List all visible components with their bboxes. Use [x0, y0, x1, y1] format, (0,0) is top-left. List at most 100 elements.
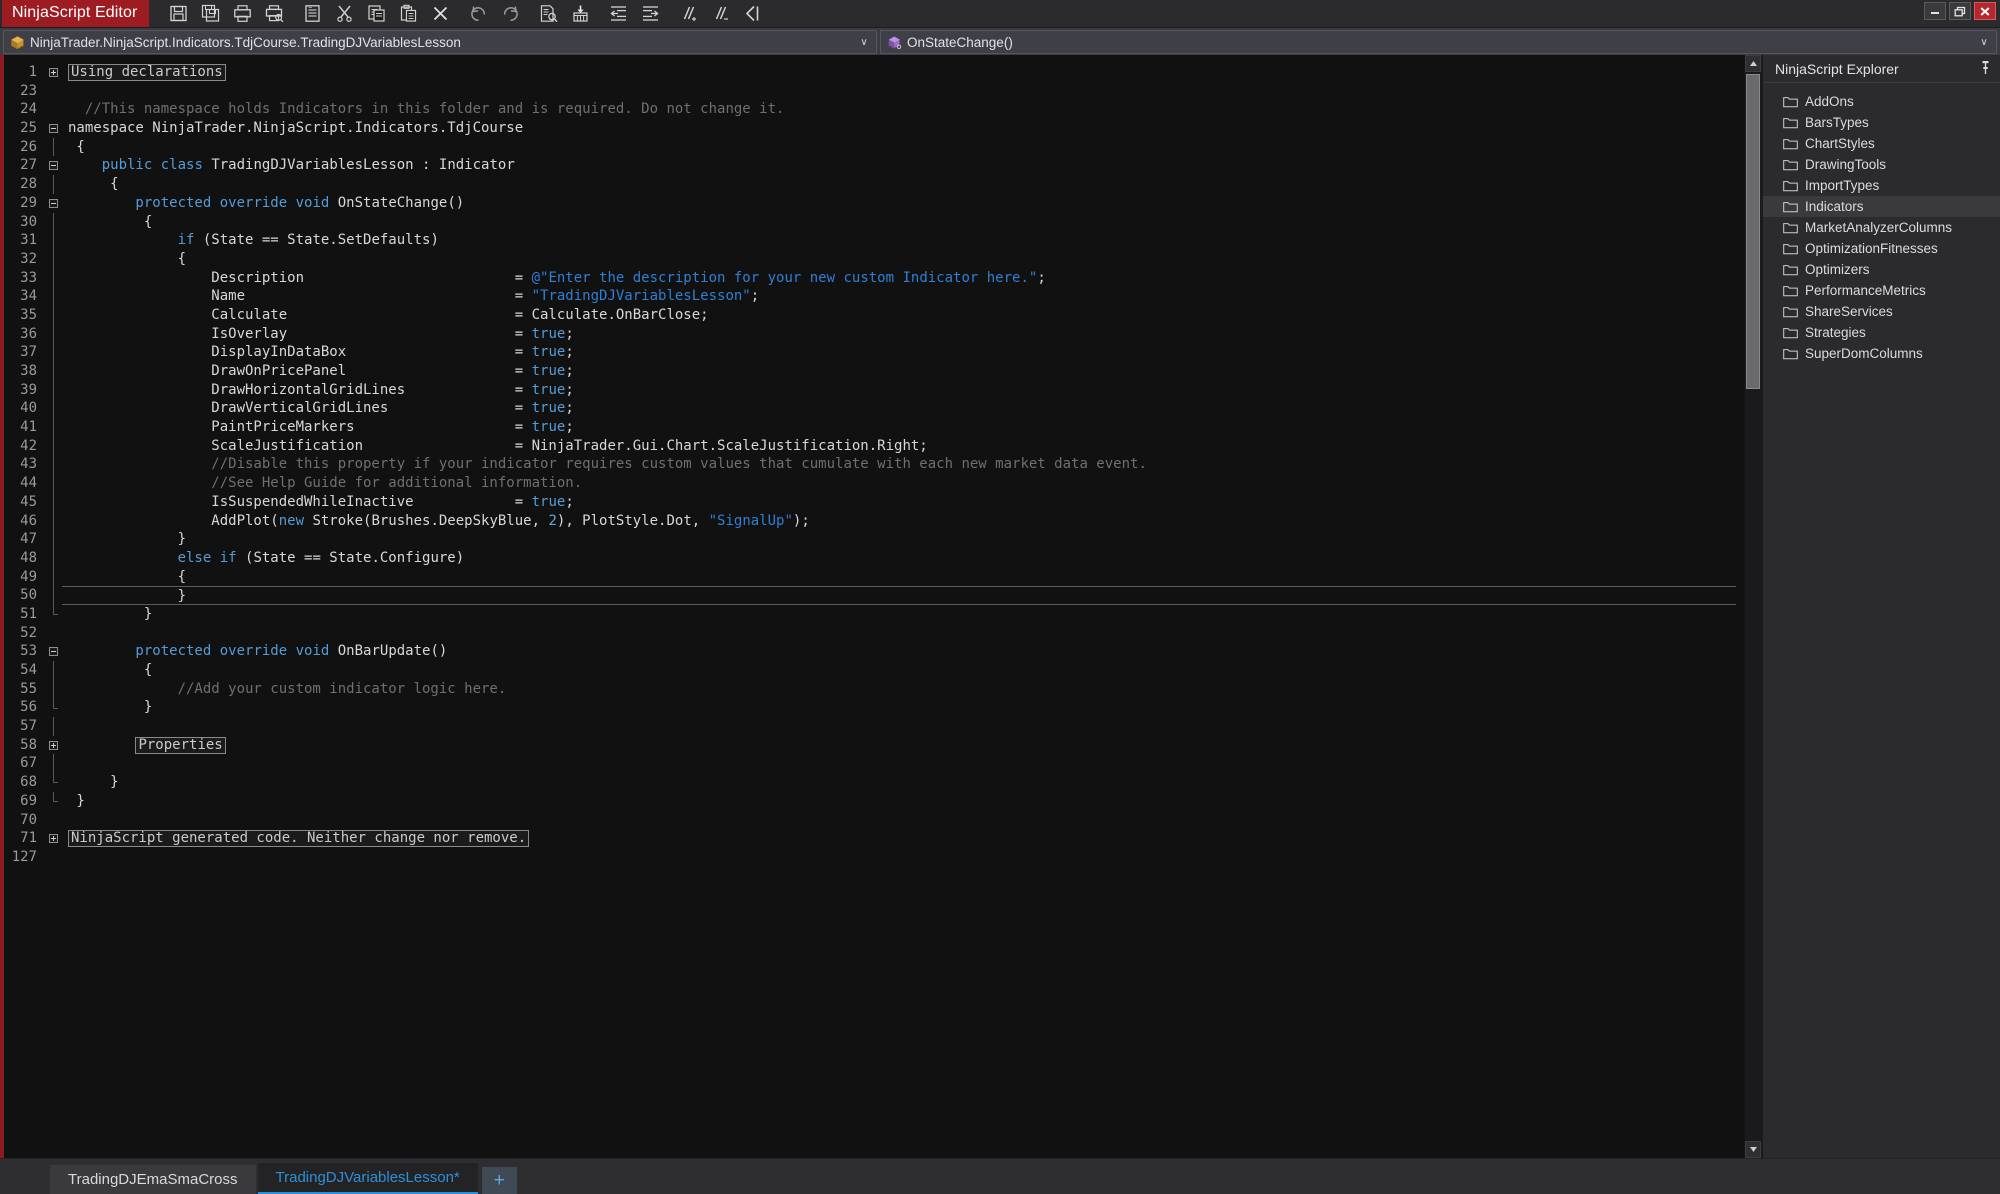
code-line[interactable]: Properties — [62, 736, 1744, 755]
code-line[interactable]: } — [62, 586, 1736, 605]
scroll-down-button[interactable] — [1745, 1141, 1761, 1158]
expand-icon[interactable] — [48, 67, 58, 77]
minimize-button[interactable] — [1924, 2, 1946, 20]
explorer-item-superdomcolumns[interactable]: SuperDomColumns — [1763, 343, 2000, 364]
fold-marker[interactable] — [44, 194, 62, 213]
editor-vertical-scrollbar[interactable] — [1744, 55, 1761, 1158]
code-line[interactable]: } — [62, 773, 1744, 792]
document-tab[interactable]: TradingDJVariablesLesson* — [257, 1163, 478, 1194]
code-line[interactable]: protected override void OnBarUpdate() — [62, 642, 1744, 661]
scroll-thumb[interactable] — [1746, 74, 1760, 389]
code-line[interactable]: if (State == State.SetDefaults) — [62, 231, 1744, 250]
expand-icon[interactable] — [48, 740, 58, 750]
code-line[interactable]: //See Help Guide for additional informat… — [62, 474, 1744, 493]
code-line[interactable]: NinjaScript generated code. Neither chan… — [62, 829, 1744, 848]
explorer-item-addons[interactable]: AddOns — [1763, 91, 2000, 112]
explorer-tree[interactable]: AddOns BarsTypes ChartStyles DrawingTools Im… — [1763, 83, 2000, 364]
explorer-item-barstypes[interactable]: BarsTypes — [1763, 112, 2000, 133]
collapse-icon[interactable] — [737, 1, 767, 27]
code-line[interactable] — [62, 624, 1744, 643]
fold-marker[interactable] — [44, 642, 62, 661]
collapse-region-icon[interactable] — [48, 161, 58, 171]
explorer-item-drawingtools[interactable]: DrawingTools — [1763, 154, 2000, 175]
code-line[interactable] — [62, 848, 1744, 867]
code-line[interactable]: PaintPriceMarkers = true; — [62, 418, 1744, 437]
fold-marker[interactable] — [44, 736, 62, 755]
code-line[interactable]: protected override void OnStateChange() — [62, 194, 1744, 213]
indent-icon[interactable] — [635, 1, 665, 27]
cut-icon[interactable] — [329, 1, 359, 27]
paste-icon[interactable] — [393, 1, 423, 27]
scroll-up-button[interactable] — [1745, 55, 1761, 72]
code-line[interactable]: } — [62, 792, 1744, 811]
collapsed-region-label[interactable]: Properties — [135, 736, 226, 754]
new-tab-button[interactable]: + — [481, 1167, 517, 1194]
code-line[interactable]: Using declarations — [62, 63, 1744, 82]
code-line[interactable]: DrawHorizontalGridLines = true; — [62, 381, 1744, 400]
code-line[interactable]: Name = "TradingDJVariablesLesson"; — [62, 287, 1744, 306]
explorer-item-marketanalyzercolumns[interactable]: MarketAnalyzerColumns — [1763, 217, 2000, 238]
collapsed-region-label[interactable]: NinjaScript generated code. Neither chan… — [68, 830, 530, 848]
code-line[interactable]: { — [62, 661, 1744, 680]
new-file-icon[interactable] — [297, 1, 327, 27]
code-line[interactable] — [62, 82, 1744, 101]
print-preview-icon[interactable] — [259, 1, 289, 27]
redo-icon[interactable] — [495, 1, 525, 27]
compile-icon[interactable] — [565, 1, 595, 27]
code-line[interactable]: ScaleJustification = NinjaTrader.Gui.Cha… — [62, 437, 1744, 456]
code-text-area[interactable]: Using declarations //This namespace hold… — [62, 55, 1744, 1158]
explorer-item-shareservices[interactable]: ShareServices — [1763, 301, 2000, 322]
code-line[interactable]: public class TradingDJVariablesLesson : … — [62, 156, 1744, 175]
code-line[interactable]: } — [62, 698, 1744, 717]
fold-marker[interactable] — [44, 63, 62, 82]
code-line[interactable]: IsSuspendedWhileInactive = true; — [62, 493, 1744, 512]
fold-column[interactable] — [44, 55, 62, 1158]
code-line[interactable]: Calculate = Calculate.OnBarClose; — [62, 306, 1744, 325]
close-button[interactable] — [1974, 2, 1996, 20]
explorer-item-importtypes[interactable]: ImportTypes — [1763, 175, 2000, 196]
outdent-icon[interactable] — [603, 1, 633, 27]
code-line[interactable]: else if (State == State.Configure) — [62, 549, 1744, 568]
code-line[interactable]: //Disable this property if your indicato… — [62, 455, 1744, 474]
save-icon[interactable] — [163, 1, 193, 27]
code-line[interactable]: { — [62, 213, 1744, 232]
document-tab-bar[interactable]: TradingDJEmaSmaCross TradingDJVariablesLe… — [0, 1158, 2000, 1194]
member-selector-dropdown[interactable]: OnStateChange() ∨ — [880, 30, 1997, 54]
class-selector-dropdown[interactable]: NinjaTrader.NinjaScript.Indicators.TdjCo… — [3, 30, 877, 54]
delete-icon[interactable] — [425, 1, 455, 27]
code-line[interactable]: } — [62, 605, 1744, 624]
explorer-item-optimizers[interactable]: Optimizers — [1763, 259, 2000, 280]
collapse-region-icon[interactable] — [48, 198, 58, 208]
chevron-down-icon-2[interactable]: ∨ — [1974, 37, 1994, 48]
chevron-down-icon[interactable]: ∨ — [854, 37, 874, 48]
print-icon[interactable] — [227, 1, 257, 27]
code-line[interactable]: DrawOnPricePanel = true; — [62, 362, 1744, 381]
code-line[interactable] — [62, 717, 1744, 736]
code-line[interactable] — [62, 811, 1744, 830]
collapse-region-icon[interactable] — [48, 647, 58, 657]
code-line[interactable]: namespace NinjaTrader.NinjaScript.Indica… — [62, 119, 1744, 138]
undo-icon[interactable] — [463, 1, 493, 27]
code-line[interactable]: //Add your custom indicator logic here. — [62, 680, 1744, 699]
explorer-item-strategies[interactable]: Strategies — [1763, 322, 2000, 343]
code-line[interactable]: { — [62, 138, 1744, 157]
code-line[interactable]: DisplayInDataBox = true; — [62, 343, 1744, 362]
code-line[interactable]: { — [62, 175, 1744, 194]
code-line[interactable]: { — [62, 568, 1744, 587]
explorer-item-indicators[interactable]: Indicators — [1763, 196, 2000, 217]
save-all-icon[interactable] — [195, 1, 225, 27]
scroll-track[interactable] — [1745, 72, 1761, 1141]
explorer-item-optimizationfitnesses[interactable]: OptimizationFitnesses — [1763, 238, 2000, 259]
code-line[interactable]: Description = @"Enter the description fo… — [62, 269, 1744, 288]
restore-button[interactable] — [1949, 2, 1971, 20]
comment-icon[interactable] — [673, 1, 703, 27]
collapse-region-icon[interactable] — [48, 123, 58, 133]
code-line[interactable]: AddPlot(new Stroke(Brushes.DeepSkyBlue, … — [62, 512, 1744, 531]
code-line[interactable]: } — [62, 530, 1744, 549]
code-editor[interactable]: 1 23 24 25 26 27 28 29 30 31 32 33 34 35 36 37 38 39 40 41 4… — [0, 55, 1762, 1158]
code-line[interactable]: //This namespace holds Indicators in thi… — [62, 100, 1744, 119]
explorer-item-chartstyles[interactable]: ChartStyles — [1763, 133, 2000, 154]
code-line[interactable]: DrawVerticalGridLines = true; — [62, 399, 1744, 418]
expand-icon[interactable] — [48, 834, 58, 844]
explorer-item-performancemetrics[interactable]: PerformanceMetrics — [1763, 280, 2000, 301]
